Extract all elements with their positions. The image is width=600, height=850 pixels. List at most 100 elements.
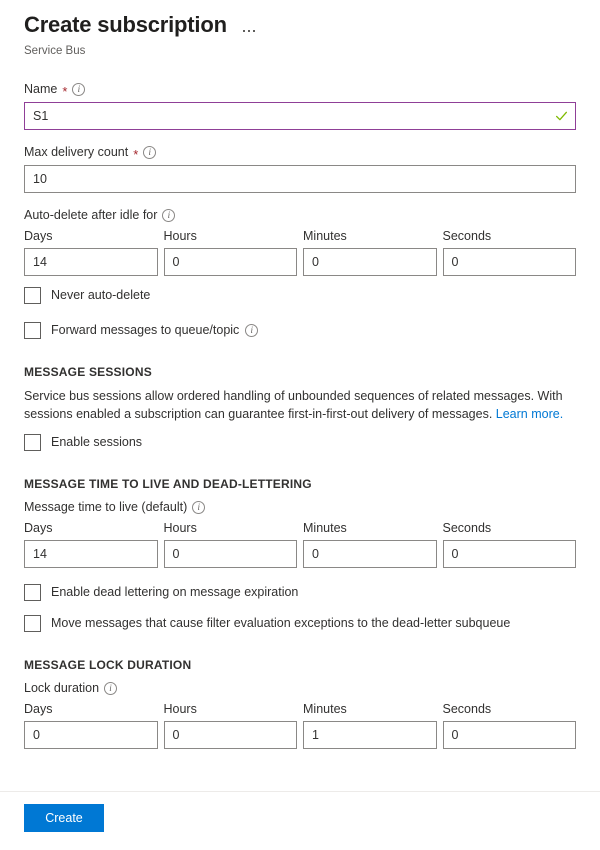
create-subscription-blade: Create subscription Service Bus Name * i xyxy=(0,0,600,850)
info-icon[interactable]: i xyxy=(104,682,117,695)
more-options-icon[interactable] xyxy=(241,26,258,37)
max-delivery-label-row: Max delivery count * i xyxy=(24,144,576,161)
info-icon[interactable]: i xyxy=(72,83,85,96)
auto-delete-label-row: Auto-delete after idle for i xyxy=(24,207,576,224)
ttl-label: Message time to live (default) xyxy=(24,499,187,516)
forward-messages-label: Forward messages to queue/topic xyxy=(51,322,239,339)
blade-header: Create subscription Service Bus xyxy=(0,0,600,59)
auto-delete-seconds-label: Seconds xyxy=(443,228,577,245)
name-required-marker: * xyxy=(62,85,67,98)
ttl-hours-col: Hours xyxy=(164,520,298,568)
field-max-delivery-count: Max delivery count * i xyxy=(24,144,576,193)
auto-delete-minutes-input[interactable] xyxy=(303,248,437,276)
dot-3 xyxy=(253,30,256,33)
field-auto-delete: Auto-delete after idle for i Days Hours … xyxy=(24,207,576,304)
never-auto-delete-checkbox[interactable] xyxy=(24,287,41,304)
auto-delete-duration-grid: Days Hours Minutes Seconds xyxy=(24,228,576,276)
lock-seconds-input[interactable] xyxy=(443,721,577,749)
auto-delete-days-label: Days xyxy=(24,228,158,245)
lock-minutes-col: Minutes xyxy=(303,701,437,749)
lock-seconds-col: Seconds xyxy=(443,701,577,749)
field-message-ttl: Message time to live (default) i Days Ho… xyxy=(24,499,576,568)
page-subtitle: Service Bus xyxy=(24,44,576,59)
ttl-minutes-label: Minutes xyxy=(303,520,437,537)
enable-sessions-label: Enable sessions xyxy=(51,434,142,451)
move-filter-exceptions-label: Move messages that cause filter evaluati… xyxy=(51,615,510,632)
lock-days-input[interactable] xyxy=(24,721,158,749)
ttl-seconds-label: Seconds xyxy=(443,520,577,537)
enable-dead-lettering-checkbox[interactable] xyxy=(24,584,41,601)
dot-2 xyxy=(248,30,251,33)
auto-delete-minutes-label: Minutes xyxy=(303,228,437,245)
auto-delete-hours-col: Hours xyxy=(164,228,298,276)
forward-messages-row[interactable]: Forward messages to queue/topic i xyxy=(24,322,576,339)
move-filter-exceptions-checkbox[interactable] xyxy=(24,615,41,632)
max-delivery-required-marker: * xyxy=(133,148,138,161)
enable-sessions-row[interactable]: Enable sessions xyxy=(24,434,576,451)
auto-delete-days-input[interactable] xyxy=(24,248,158,276)
field-lock-duration: Lock duration i Days Hours Minutes Secon… xyxy=(24,680,576,749)
ttl-seconds-col: Seconds xyxy=(443,520,577,568)
forward-messages-checkbox[interactable] xyxy=(24,322,41,339)
lock-duration-grid: Days Hours Minutes Seconds xyxy=(24,701,576,749)
page-title: Create subscription xyxy=(24,10,227,40)
ttl-days-col: Days xyxy=(24,520,158,568)
auto-delete-seconds-col: Seconds xyxy=(443,228,577,276)
move-filter-exceptions-row[interactable]: Move messages that cause filter evaluati… xyxy=(24,615,576,632)
lock-hours-col: Hours xyxy=(164,701,298,749)
lock-duration-label-row: Lock duration i xyxy=(24,680,576,697)
lock-hours-input[interactable] xyxy=(164,721,298,749)
lock-minutes-input[interactable] xyxy=(303,721,437,749)
lock-days-col: Days xyxy=(24,701,158,749)
info-icon[interactable]: i xyxy=(245,324,258,337)
never-auto-delete-label: Never auto-delete xyxy=(51,287,150,304)
enable-sessions-checkbox[interactable] xyxy=(24,434,41,451)
message-sessions-description-text: Service bus sessions allow ordered handl… xyxy=(24,389,563,421)
create-button[interactable]: Create xyxy=(24,804,104,832)
max-delivery-count-input[interactable] xyxy=(24,165,576,193)
title-row: Create subscription xyxy=(24,10,576,40)
ttl-seconds-input[interactable] xyxy=(443,540,577,568)
lock-duration-label: Lock duration xyxy=(24,680,99,697)
learn-more-link[interactable]: Learn more. xyxy=(496,407,563,421)
ttl-hours-label: Hours xyxy=(164,520,298,537)
auto-delete-seconds-input[interactable] xyxy=(443,248,577,276)
lock-seconds-label: Seconds xyxy=(443,701,577,718)
auto-delete-days-col: Days xyxy=(24,228,158,276)
ttl-label-row: Message time to live (default) i xyxy=(24,499,576,516)
lock-minutes-label: Minutes xyxy=(303,701,437,718)
field-name: Name * i xyxy=(24,81,576,130)
message-sessions-description: Service bus sessions allow ordered handl… xyxy=(24,387,576,423)
ttl-minutes-input[interactable] xyxy=(303,540,437,568)
footer: Create xyxy=(24,804,104,832)
auto-delete-hours-input[interactable] xyxy=(164,248,298,276)
footer-divider xyxy=(0,791,600,792)
ttl-duration-grid: Days Hours Minutes Seconds xyxy=(24,520,576,568)
lock-duration-heading: MESSAGE LOCK DURATION xyxy=(24,658,576,672)
name-label: Name xyxy=(24,81,57,98)
ttl-section-heading: MESSAGE TIME TO LIVE AND DEAD-LETTERING xyxy=(24,477,576,491)
message-sessions-heading: MESSAGE SESSIONS xyxy=(24,365,576,379)
enable-dead-lettering-row[interactable]: Enable dead lettering on message expirat… xyxy=(24,584,576,601)
subscription-form: Name * i Max delivery count * i A xyxy=(0,81,600,749)
lock-hours-label: Hours xyxy=(164,701,298,718)
never-auto-delete-row[interactable]: Never auto-delete xyxy=(24,287,576,304)
ttl-days-input[interactable] xyxy=(24,540,158,568)
ttl-days-label: Days xyxy=(24,520,158,537)
name-input[interactable] xyxy=(24,102,576,130)
auto-delete-hours-label: Hours xyxy=(164,228,298,245)
info-icon[interactable]: i xyxy=(192,501,205,514)
auto-delete-label: Auto-delete after idle for xyxy=(24,207,157,224)
auto-delete-minutes-col: Minutes xyxy=(303,228,437,276)
lock-days-label: Days xyxy=(24,701,158,718)
name-label-row: Name * i xyxy=(24,81,576,98)
forward-messages-label-row: Forward messages to queue/topic i xyxy=(51,322,258,339)
name-input-wrap xyxy=(24,102,576,130)
info-icon[interactable]: i xyxy=(162,209,175,222)
dot-1 xyxy=(243,30,246,33)
info-icon[interactable]: i xyxy=(143,146,156,159)
max-delivery-label: Max delivery count xyxy=(24,144,128,161)
enable-dead-lettering-label: Enable dead lettering on message expirat… xyxy=(51,584,298,601)
ttl-minutes-col: Minutes xyxy=(303,520,437,568)
ttl-hours-input[interactable] xyxy=(164,540,298,568)
